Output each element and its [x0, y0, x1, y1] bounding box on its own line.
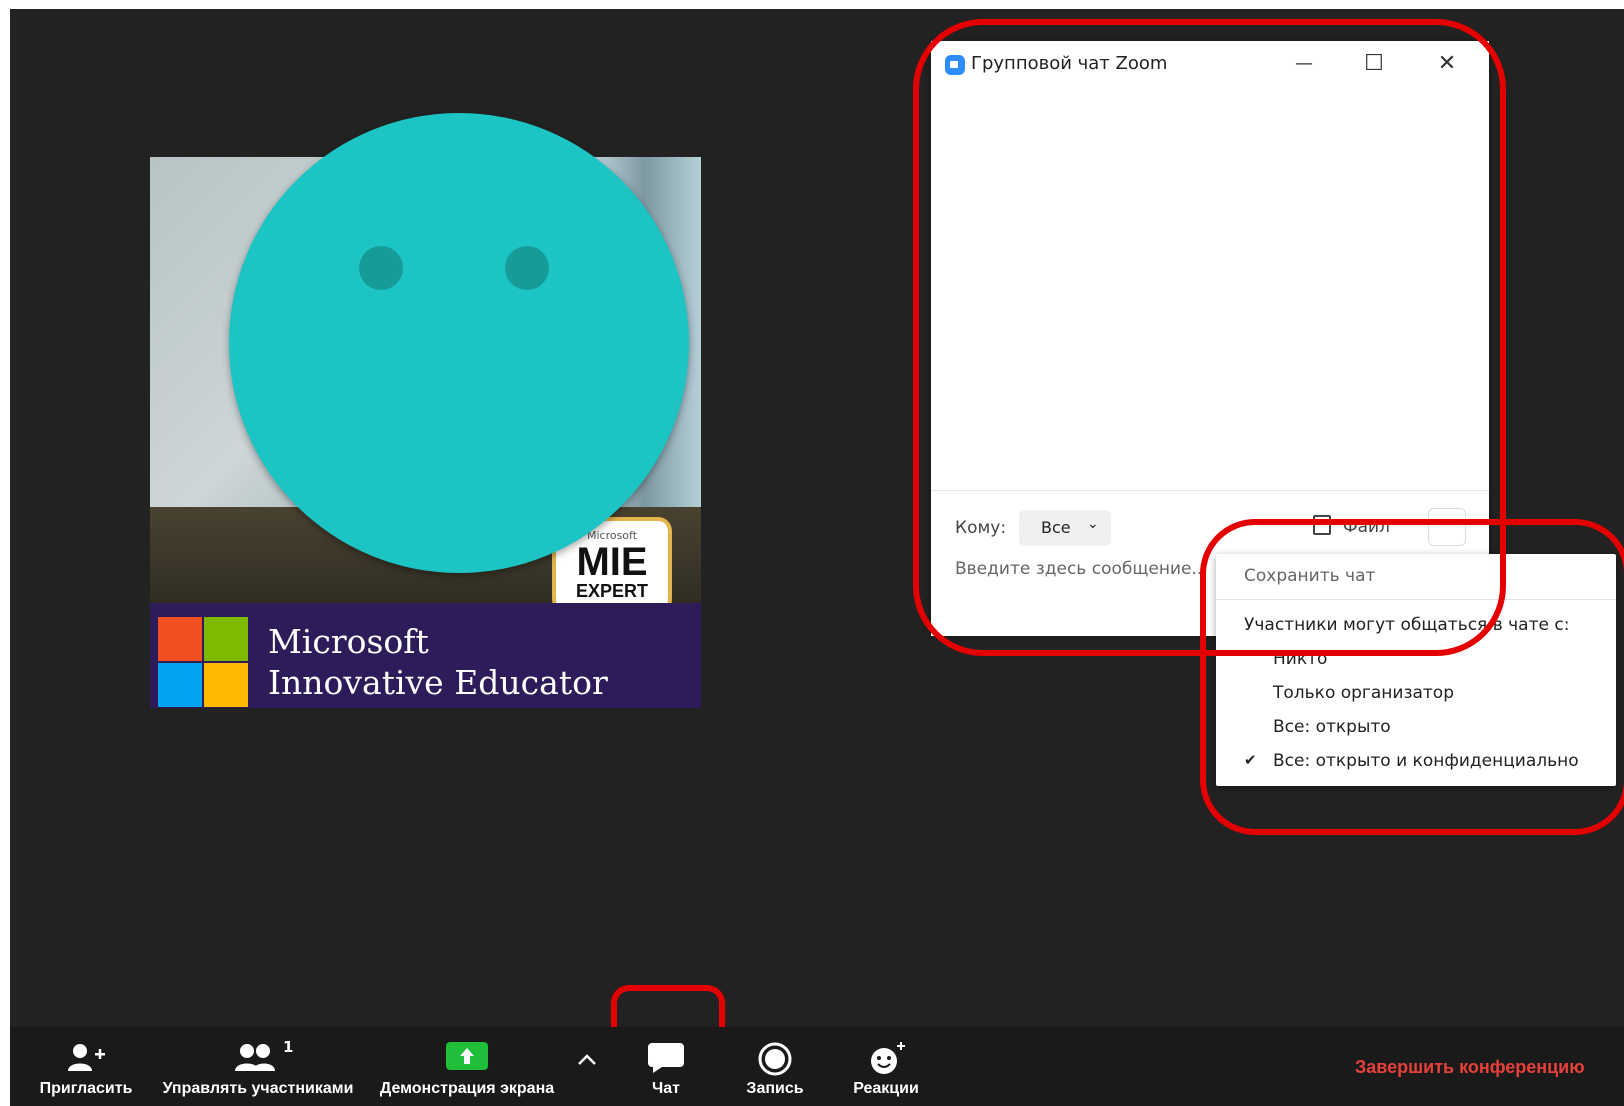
end-meeting-button[interactable]: Завершить конференцию: [1355, 1057, 1585, 1078]
face-mask-avatar: [229, 113, 689, 573]
chat-bubble-icon: [648, 1043, 684, 1073]
share-screen-icon: [446, 1042, 488, 1070]
annotation-menu: [1200, 519, 1624, 835]
avatar-eye-left: [359, 246, 403, 290]
participant-count: 1: [283, 1038, 294, 1056]
banner-text: Microsoft Innovative Educator: [268, 621, 608, 703]
microsoft-banner: Microsoft Innovative Educator: [150, 603, 701, 708]
ms-logo-red: [158, 617, 202, 661]
share-screen-label: Демонстрация экрана: [379, 1080, 555, 1097]
manage-participants-label: Управлять участниками: [162, 1080, 354, 1097]
screenshot-stage: Microsoft MIE EXPERT Microsoft Innovativ…: [0, 0, 1624, 1106]
add-user-icon: [68, 1044, 105, 1071]
banner-line-1: Microsoft: [268, 622, 429, 661]
share-options-button[interactable]: [572, 1027, 602, 1106]
ms-logo-yellow: [204, 663, 248, 707]
record-icon: [758, 1042, 792, 1076]
avatar-eye-right: [505, 246, 549, 290]
invite-button[interactable]: Пригласить: [24, 1027, 148, 1106]
badge-expert-text: EXPERT: [575, 581, 649, 601]
participants-icon: [235, 1044, 275, 1071]
meeting-toolbar: Пригласить 1 Управлять участниками Демон…: [10, 1027, 1624, 1106]
meeting-area: Microsoft MIE EXPERT Microsoft Innovativ…: [10, 9, 1624, 1106]
record-button[interactable]: Запись: [725, 1027, 825, 1106]
chat-button[interactable]: Чат: [616, 1027, 716, 1106]
invite-label: Пригласить: [39, 1080, 133, 1097]
reactions-icon: [871, 1042, 905, 1074]
banner-line-2: Innovative Educator: [268, 663, 608, 702]
ms-logo-green: [204, 617, 248, 661]
reactions-label: Реакции: [853, 1080, 919, 1097]
badge-mie-text: MIE: [576, 540, 648, 584]
manage-participants-button[interactable]: 1 Управлять участниками: [143, 1027, 373, 1106]
record-label: Запись: [746, 1080, 804, 1097]
reactions-button[interactable]: Реакции: [836, 1027, 936, 1106]
chevron-up-icon: [578, 1054, 596, 1065]
ms-logo-blue: [158, 663, 202, 707]
chat-label: Чат: [652, 1080, 680, 1097]
share-screen-button[interactable]: Демонстрация экрана: [365, 1027, 569, 1106]
